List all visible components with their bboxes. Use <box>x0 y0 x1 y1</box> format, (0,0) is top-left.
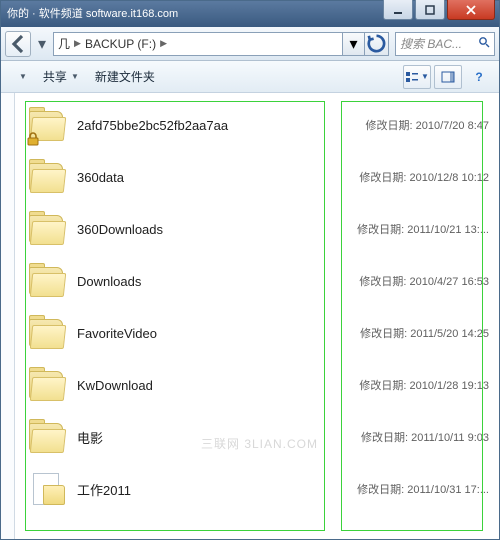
toolbar: ▼ 共享▼ 新建文件夹 ▼ ? <box>1 61 499 93</box>
file-name: 360data <box>77 170 124 185</box>
folder-icon <box>27 365 67 405</box>
view-mode-button[interactable]: ▼ <box>403 65 431 89</box>
file-name: 360Downloads <box>77 222 163 237</box>
folder-icon <box>27 261 67 301</box>
folder-icon <box>27 417 67 457</box>
preview-pane-button[interactable] <box>434 65 462 89</box>
file-date: 修改日期: 2011/10/11 9:03 <box>361 429 489 445</box>
file-list[interactable]: 2afd75bbe2bc52fb2aa7aa 修改日期: 2010/7/20 8:… <box>15 93 499 539</box>
file-date: 修改日期: 2010/1/28 19:13 <box>359 377 489 393</box>
file-folder-icon <box>27 469 67 509</box>
organize-menu[interactable]: ▼ <box>7 68 35 85</box>
sidebar-edge[interactable] <box>1 93 15 539</box>
help-button[interactable]: ? <box>465 65 493 89</box>
new-folder-button[interactable]: 新建文件夹 <box>87 64 163 89</box>
chevron-right-icon: ▶ <box>160 38 167 49</box>
refresh-button[interactable] <box>365 32 389 56</box>
file-date: 修改日期: 2010/7/20 8:47 <box>365 117 489 133</box>
folder-icon <box>27 105 67 145</box>
file-name: 工作2011 <box>77 480 131 499</box>
file-date: 修改日期: 2011/10/21 13:... <box>357 221 489 237</box>
close-button[interactable] <box>447 0 495 20</box>
nav-bar: ▾ 几▶ BACKUP (F:)▶ ▾ 搜索 BAC... <box>1 27 499 61</box>
file-date: 修改日期: 2010/4/27 16:53 <box>359 273 489 289</box>
list-item[interactable]: Downloads 修改日期: 2010/4/27 16:53 <box>21 255 493 307</box>
file-name: Downloads <box>77 274 141 289</box>
file-name: FavoriteVideo <box>77 326 157 341</box>
back-button[interactable] <box>5 31 31 57</box>
folder-icon <box>27 313 67 353</box>
search-input[interactable]: 搜索 BAC... <box>395 32 495 56</box>
explorer-window: 你的 · 软件频道 software.it168.com ▾ 几▶ BACKUP… <box>0 0 500 540</box>
maximize-button[interactable] <box>415 0 445 20</box>
lock-icon <box>25 131 41 147</box>
file-date: 修改日期: 2011/10/31 17:... <box>357 481 489 497</box>
file-name: KwDownload <box>77 378 153 393</box>
folder-icon <box>27 209 67 249</box>
titlebar[interactable]: 你的 · 软件频道 software.it168.com <box>1 1 499 27</box>
file-name: 2afd75bbe2bc52fb2aa7aa <box>77 118 228 133</box>
search-placeholder: 搜索 BAC... <box>400 35 462 52</box>
content-area: 2afd75bbe2bc52fb2aa7aa 修改日期: 2010/7/20 8:… <box>1 93 499 539</box>
window-buttons <box>381 0 495 20</box>
list-item[interactable]: 电影 修改日期: 2011/10/11 9:03 <box>21 411 493 463</box>
list-item[interactable]: 360Downloads 修改日期: 2011/10/21 13:... <box>21 203 493 255</box>
history-dropdown[interactable]: ▾ <box>34 31 50 57</box>
folder-icon <box>27 157 67 197</box>
file-date: 修改日期: 2011/5/20 14:25 <box>360 325 489 341</box>
list-item[interactable]: FavoriteVideo 修改日期: 2011/5/20 14:25 <box>21 307 493 359</box>
list-item[interactable]: KwDownload 修改日期: 2010/1/28 19:13 <box>21 359 493 411</box>
file-name: 电影 <box>77 428 103 447</box>
file-date: 修改日期: 2010/12/8 10:12 <box>359 169 489 185</box>
address-dropdown[interactable]: ▾ <box>343 32 365 56</box>
breadcrumb-root[interactable]: 几▶ <box>58 35 85 52</box>
address-bar[interactable]: 几▶ BACKUP (F:)▶ <box>53 32 343 56</box>
minimize-button[interactable] <box>383 0 413 20</box>
share-menu[interactable]: 共享▼ <box>35 64 87 89</box>
list-item[interactable]: 360data 修改日期: 2010/12/8 10:12 <box>21 151 493 203</box>
breadcrumb-drive[interactable]: BACKUP (F:)▶ <box>85 37 171 51</box>
list-item[interactable]: 工作2011 修改日期: 2011/10/31 17:... <box>21 463 493 515</box>
list-item[interactable]: 2afd75bbe2bc52fb2aa7aa 修改日期: 2010/7/20 8:… <box>21 99 493 151</box>
chevron-right-icon: ▶ <box>74 38 81 49</box>
search-icon <box>478 36 490 51</box>
title-overlay: 你的 · 软件频道 software.it168.com <box>7 5 178 21</box>
